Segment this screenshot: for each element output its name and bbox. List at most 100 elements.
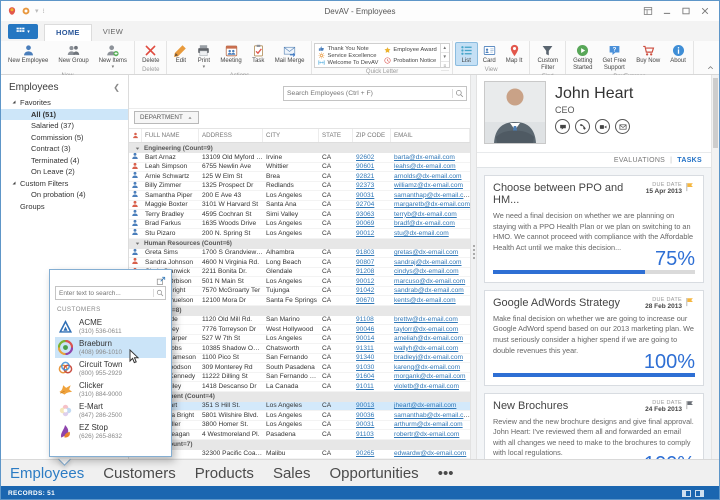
cell-zip-link[interactable]: 90031 — [353, 421, 391, 428]
task-card[interactable]: Choose between PPO and HM...DUE DATE15 A… — [484, 175, 704, 283]
employee-row[interactable]: Arnie Schwartz125 W Elm StBreaCA92821arn… — [129, 172, 470, 182]
cell-email-link[interactable]: marcuso@dx-email.com — [391, 278, 470, 285]
style-icon[interactable] — [643, 6, 653, 16]
cell-zip-link[interactable]: 91803 — [353, 249, 391, 256]
cell-email-link[interactable]: sandraj@dx-email.com — [391, 259, 470, 266]
cell-zip-link[interactable]: 90012 — [353, 278, 391, 285]
cell-email-link[interactable]: violetb@dx-email.com — [391, 383, 470, 390]
task-card[interactable]: Google AdWords StrategyDUE DATE28 Feb 20… — [484, 290, 704, 386]
task-card[interactable]: New BrochuresDUE DATE24 Feb 2013Review a… — [484, 393, 704, 459]
customer-item-circuit-town[interactable]: Circuit Town(800) 955-2929 — [55, 358, 166, 379]
zip-link[interactable]: 90013 — [356, 402, 374, 409]
email-link[interactable]: bradleyj@dx-email.com — [394, 354, 463, 361]
mail-merge-button[interactable]: Mail Merge — [270, 42, 310, 66]
cell-zip-link[interactable]: 91311 — [353, 345, 391, 352]
cell-email-link[interactable]: arnolds@dx-email.com — [391, 173, 470, 180]
splitter-handle[interactable] — [470, 75, 477, 459]
cell-email-link[interactable]: terryb@dx-email.com — [391, 211, 470, 218]
group-row[interactable]: IT (Count=8) — [129, 306, 470, 316]
cell-email-link[interactable]: margaretb@dx-email.com — [391, 201, 470, 208]
about-button[interactable]: About — [665, 42, 691, 66]
zip-link[interactable]: 91340 — [356, 354, 374, 361]
email-link[interactable]: taylorr@dx-email.com — [394, 326, 458, 333]
employee-row[interactable]: Samantha Bright5801 Wilshire Blvd.Los An… — [129, 411, 470, 421]
gallery-item-notice-clock[interactable]: Probation Notice — [384, 57, 436, 64]
close-icon[interactable] — [700, 6, 710, 16]
qat-dropdown-icon[interactable]: ▾ — [35, 7, 39, 15]
getting-started-button[interactable]: Getting Started — [568, 42, 597, 73]
nav-item-products[interactable]: Products — [195, 465, 254, 482]
zip-link[interactable]: 91103 — [356, 431, 374, 438]
cell-email-link[interactable]: samanthab@dx-email.com — [391, 412, 470, 419]
email-link[interactable]: violetb@dx-email.com — [394, 383, 459, 390]
contact-phone-button[interactable] — [575, 119, 590, 134]
sidebar-item-groups[interactable]: Groups — [1, 201, 128, 213]
qat-customize-icon[interactable]: ᎒ — [43, 7, 45, 16]
tree-expanded-icon[interactable] — [10, 179, 18, 187]
zip-link[interactable]: 91604 — [356, 373, 374, 380]
email-link[interactable]: kents@dx-email.com — [394, 297, 456, 304]
sidebar-item-contract-3-[interactable]: Contract (3) — [1, 143, 128, 155]
tree-expanded-icon[interactable] — [10, 98, 18, 106]
group-by-chip-department[interactable]: DEPARTMENT — [134, 111, 199, 124]
email-link[interactable]: jheart@dx-email.com — [394, 402, 456, 409]
group-row[interactable]: Sales (Count=7) — [129, 440, 470, 450]
column-header-icon[interactable] — [129, 129, 142, 142]
cell-zip-link[interactable]: 90265 — [353, 450, 391, 457]
customer-item-braeburn[interactable]: Braeburn(408) 996-1010 — [55, 337, 166, 358]
sidebar-collapse-icon[interactable]: ❮ — [113, 83, 120, 92]
cell-email-link[interactable]: kareng@dx-email.com — [391, 364, 470, 371]
delete-button[interactable]: Delete — [137, 42, 164, 66]
employee-row[interactable]: Brett Wade1120 Old Mill Rd.San MarinoCA9… — [129, 316, 470, 326]
email-link[interactable]: stu@dx-email.com — [394, 230, 449, 237]
group-row[interactable]: Human Resources (Count=6) — [129, 239, 470, 249]
zip-link[interactable]: 90036 — [356, 412, 374, 419]
gallery-item-award-star[interactable]: Employee Award — [384, 47, 436, 54]
gallery-item-gear-star[interactable]: Service Excellence — [318, 52, 378, 59]
cell-zip-link[interactable]: 90012 — [353, 230, 391, 237]
panel-layout-left-icon[interactable] — [682, 490, 691, 497]
employee-row[interactable]: Brad Farkus1635 Woods DriveLos AngelesCA… — [129, 220, 470, 230]
sidebar-item-terminated-4-[interactable]: Terminated (4) — [1, 155, 128, 167]
popup-search-icon[interactable] — [153, 289, 165, 297]
employee-row[interactable]: Stu Pizaro200 N. Spring StLos AngelesCA9… — [129, 229, 470, 239]
cell-email-link[interactable]: gretas@dx-email.com — [391, 249, 470, 256]
gallery-item-welcome-arrows[interactable]: Welcome To DevAV — [318, 59, 378, 66]
nav-item-sales[interactable]: Sales — [273, 465, 311, 482]
customer-item-ez-stop[interactable]: EZ Stop(626) 265-8632 — [55, 421, 166, 442]
email-link[interactable]: arthurm@dx-email.com — [394, 421, 463, 428]
zip-link[interactable]: 91208 — [356, 268, 374, 275]
cell-zip-link[interactable]: 92704 — [353, 201, 391, 208]
employee-row[interactable]: John Heart351 S Hill St.Los AngelesCA900… — [129, 402, 470, 412]
cell-email-link[interactable]: robertr@dx-email.com — [391, 431, 470, 438]
employee-row[interactable]: Kent Samuelson12100 Mora DrSanta Fe Spri… — [129, 296, 470, 306]
email-link[interactable]: samanthab@dx-email.com — [394, 412, 470, 419]
cell-zip-link[interactable]: 91103 — [353, 431, 391, 438]
employee-row[interactable]: Bradley Jameson1100 Pico StSan FernandoC… — [129, 354, 470, 364]
column-header-email[interactable]: EMAIL — [391, 129, 470, 142]
email-link[interactable]: marcuso@dx-email.com — [394, 278, 465, 285]
cell-email-link[interactable]: arthurm@dx-email.com — [391, 421, 470, 428]
zip-link[interactable]: 91011 — [356, 383, 374, 390]
employee-row[interactable]: Billy Zimmer1325 Prospect DrRedlandsCA92… — [129, 182, 470, 192]
customer-item-clicker[interactable]: Clicker(310) 884-9000 — [55, 379, 166, 400]
employee-row[interactable]: Bart Arnaz13109 Old Myford RdIrvineCA926… — [129, 153, 470, 163]
sidebar-item-on-leave-2-[interactable]: On Leave (2) — [1, 166, 128, 178]
zip-link[interactable]: 90265 — [356, 450, 374, 457]
zip-link[interactable]: 90012 — [356, 278, 374, 285]
task-button[interactable]: Task — [247, 42, 270, 66]
cell-email-link[interactable]: morgank@dx-email.com — [391, 373, 470, 380]
zip-link[interactable]: 91803 — [356, 249, 374, 256]
column-header-full-name[interactable]: FULL NAME — [142, 129, 199, 142]
employee-row[interactable]: Morgan Kennedy11222 Dilling StSan Fernan… — [129, 373, 470, 383]
zip-link[interactable]: 91030 — [356, 364, 374, 371]
email-link[interactable]: gretas@dx-email.com — [394, 249, 458, 256]
nav-item-customers[interactable]: Customers — [103, 465, 176, 482]
employee-row[interactable]: Sandra Bright7570 McGroarty TerTujungaCA… — [129, 287, 470, 297]
customer-item-e-mart[interactable]: E-Mart(847) 286-2500 — [55, 400, 166, 421]
email-link[interactable]: leahs@dx-email.com — [394, 163, 456, 170]
contact-message-button[interactable] — [555, 119, 570, 134]
cell-zip-link[interactable]: 91604 — [353, 373, 391, 380]
sidebar-item-on-probation-4-[interactable]: On probation (4) — [1, 189, 128, 201]
open-in-window-icon[interactable] — [156, 276, 166, 286]
